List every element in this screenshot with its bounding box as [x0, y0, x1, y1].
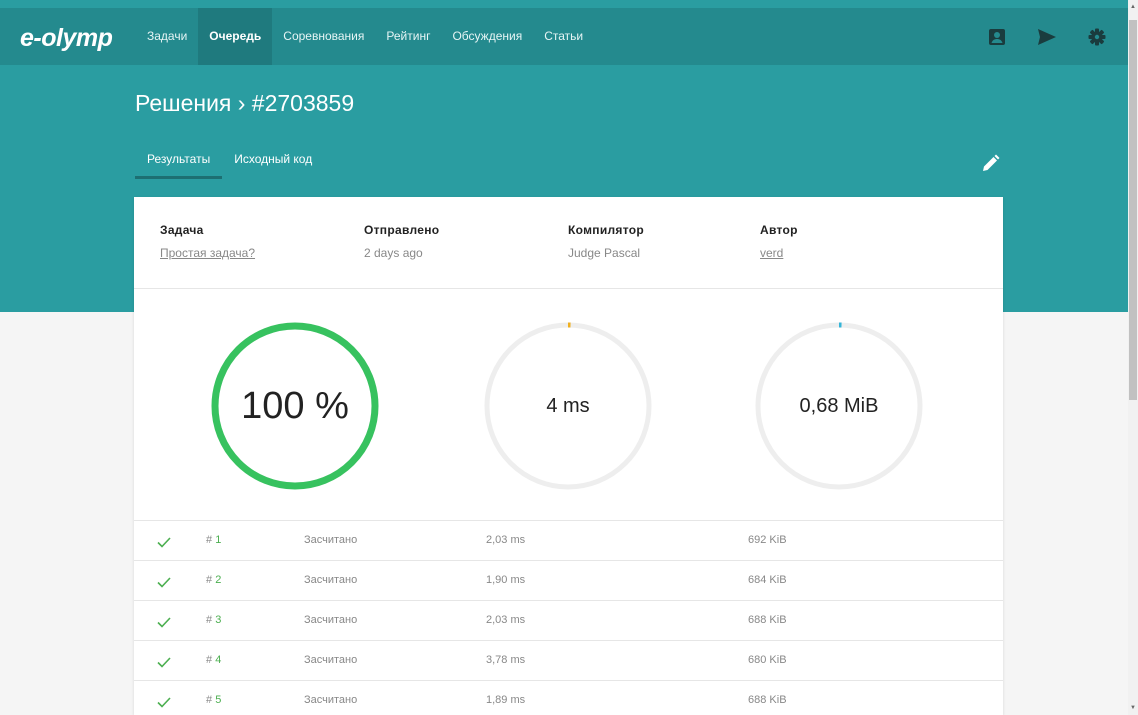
test-status: Засчитано — [304, 694, 358, 706]
tab-results[interactable]: Результаты — [135, 145, 223, 179]
test-row: # 5 Засчитано 1,89 ms 688 KiB — [134, 681, 1003, 715]
test-row: # 1 Засчитано 2,03 ms 692 KiB — [134, 521, 1003, 561]
author-label: Автор — [760, 223, 798, 237]
info-compiler: Компилятор Judge Pascal — [568, 223, 644, 260]
test-memory: 692 KiB — [748, 534, 787, 546]
scroll-thumb[interactable] — [1129, 20, 1137, 400]
logo[interactable]: e-olymp — [20, 24, 113, 53]
info-task: Задача Простая задача? — [160, 223, 255, 260]
test-time: 2,03 ms — [486, 614, 526, 626]
scroll-up-arrow-icon[interactable]: ▲ — [1129, 2, 1137, 12]
nav-item-rating[interactable]: Рейтинг — [375, 8, 441, 65]
send-icon[interactable] — [1036, 26, 1058, 48]
test-number: # 4 — [206, 654, 222, 666]
test-memory: 684 KiB — [748, 574, 787, 586]
test-memory: 688 KiB — [748, 694, 787, 706]
test-time: 1,89 ms — [486, 694, 526, 706]
compiler-label: Компилятор — [568, 223, 645, 237]
test-number: # 1 — [206, 534, 222, 546]
author-link[interactable]: verd — [760, 246, 798, 260]
profile-icon[interactable] — [986, 26, 1008, 48]
nav-item-discussions[interactable]: Обсуждения — [441, 8, 533, 65]
test-memory: 688 KiB — [748, 614, 787, 626]
test-memory: 680 KiB — [748, 654, 787, 666]
test-number: # 3 — [206, 614, 222, 626]
task-label: Задача — [160, 223, 204, 237]
edit-button[interactable] — [980, 154, 1002, 176]
test-row: # 4 Засчитано 3,78 ms 680 KiB — [134, 641, 1003, 681]
pencil-icon — [983, 154, 1000, 171]
info-sent: Отправлено 2 days ago — [364, 223, 439, 260]
compiler-value: Judge Pascal — [568, 246, 641, 260]
info-author: Автор verd — [760, 223, 798, 260]
time-gauge: 4 ms — [483, 321, 653, 491]
page-scrollbar[interactable]: ▲ ▼ — [1128, 0, 1138, 715]
page-title: Решения › #2703859 — [135, 90, 355, 116]
task-link[interactable]: Простая задача? — [160, 246, 255, 260]
solution-card: Задача Простая задача? Отправлено 2 days… — [134, 197, 1003, 715]
check-icon — [157, 657, 171, 668]
test-row: # 2 Засчитано 1,90 ms 684 KiB — [134, 561, 1003, 601]
stats-gauges: 100 % 4 ms 0,68 MiB — [134, 289, 1003, 521]
test-results: # 1 Засчитано 2,03 ms 692 KiB # 2 Засчит… — [134, 521, 1003, 715]
test-time: 1,90 ms — [486, 574, 526, 586]
nav-icons — [986, 8, 1108, 65]
memory-value: 0,68 MiB — [799, 394, 879, 417]
tabs: Результаты Исходный код — [135, 145, 324, 179]
test-time: 3,78 ms — [486, 654, 526, 666]
check-icon — [157, 577, 171, 588]
test-number: # 2 — [206, 574, 222, 586]
test-number: # 5 — [206, 694, 222, 706]
check-icon — [157, 537, 171, 548]
nav-items: Задачи Очередь Соревнования Рейтинг Обсу… — [136, 8, 594, 65]
gear-icon[interactable] — [1086, 26, 1108, 48]
sent-label: Отправлено — [364, 223, 440, 237]
nav-item-queue[interactable]: Очередь — [198, 8, 273, 65]
test-status: Засчитано — [304, 654, 358, 666]
check-icon — [157, 697, 171, 708]
check-icon — [157, 617, 171, 628]
scroll-down-arrow-icon[interactable]: ▼ — [1129, 703, 1137, 713]
test-time: 2,03 ms — [486, 534, 526, 546]
nav-item-competitions[interactable]: Соревнования — [272, 8, 375, 65]
nav-item-tasks[interactable]: Задачи — [136, 8, 198, 65]
test-status: Засчитано — [304, 534, 358, 546]
test-status: Засчитано — [304, 614, 358, 626]
tab-source-code[interactable]: Исходный код — [222, 145, 324, 179]
time-value: 4 ms — [546, 394, 590, 417]
score-value: 100 % — [241, 384, 349, 427]
memory-gauge: 0,68 MiB — [754, 321, 924, 491]
test-status: Засчитано — [304, 574, 358, 586]
top-navigation: e-olymp Задачи Очередь Соревнования Рейт… — [0, 8, 1128, 65]
test-row: # 3 Засчитано 2,03 ms 688 KiB — [134, 601, 1003, 641]
score-gauge: 100 % — [210, 321, 380, 491]
sent-value: 2 days ago — [364, 246, 423, 260]
submission-info: Задача Простая задача? Отправлено 2 days… — [134, 197, 1003, 289]
nav-item-articles[interactable]: Статьи — [533, 8, 594, 65]
